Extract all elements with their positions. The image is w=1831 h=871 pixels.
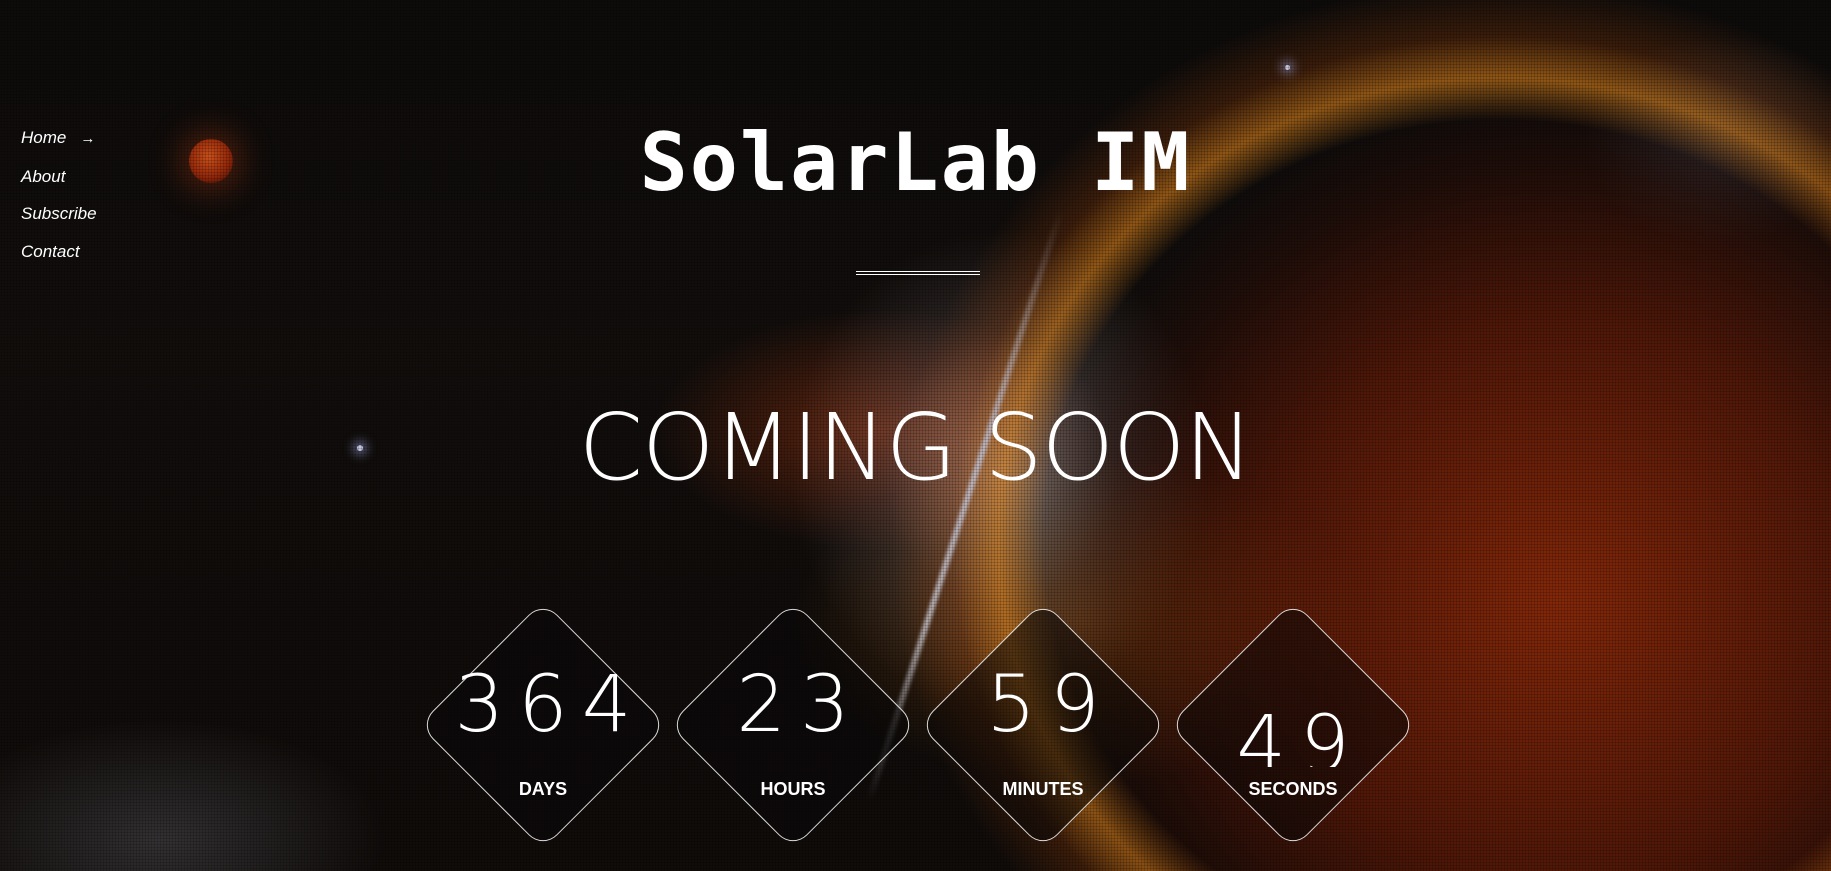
title-divider [856, 271, 980, 275]
page-background: Home → About Subscribe Contact SolarLab I… [0, 0, 1831, 871]
coming-soon-heading: COMING SOON [578, 394, 1254, 501]
countdown-minutes-label: MINUTES [1002, 779, 1084, 799]
countdown-seconds-label: SECONDS [1248, 779, 1338, 799]
star-decoration [1285, 65, 1290, 70]
countdown-seconds: 49 SECONDS [1168, 600, 1418, 850]
countdown-hours-label: HOURS [760, 779, 826, 799]
nav-item-label: Contact [21, 241, 80, 261]
countdown-minutes: 59 MINUTES [918, 600, 1168, 850]
countdown-minutes-value: 59 [986, 660, 1114, 750]
countdown-days-value: 364 [454, 660, 646, 750]
countdown-days-label: DAYS [518, 779, 568, 799]
nav-item-contact[interactable]: Contact [21, 242, 97, 262]
site-title: SolarLab IM [639, 116, 1192, 209]
countdown-seconds-value: 49 [1236, 700, 1364, 767]
countdown-days: 364 DAYS [418, 600, 668, 850]
countdown-hours-value: 23 [736, 660, 864, 750]
countdown-hours: 23 HOURS [668, 600, 918, 850]
